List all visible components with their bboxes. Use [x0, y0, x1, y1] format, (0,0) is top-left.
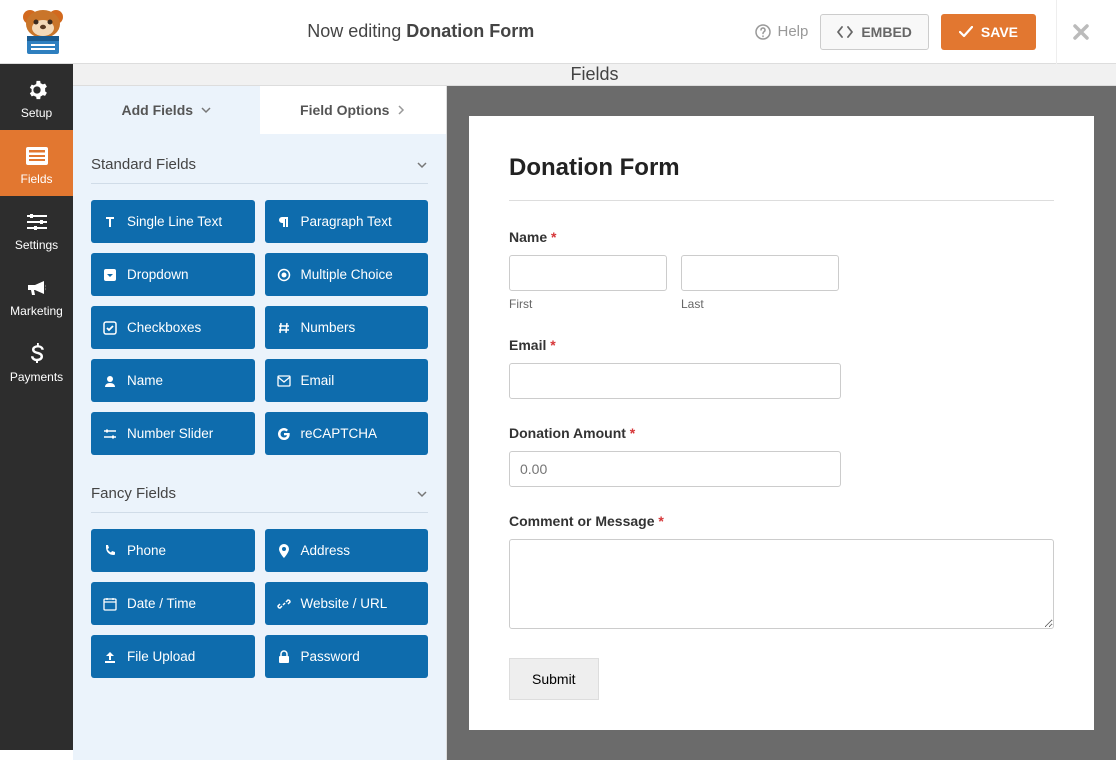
check-icon — [959, 26, 973, 38]
label-comment: Comment or Message * — [509, 513, 1054, 529]
primary-nav: Setup Fields Settings Marketing Payments — [0, 64, 73, 750]
google-icon — [277, 427, 291, 441]
field-single-line-text[interactable]: Single Line Text — [91, 200, 255, 243]
form-field-email[interactable]: Email * — [509, 337, 1054, 399]
paragraph-icon — [277, 215, 291, 229]
field-name[interactable]: Name — [91, 359, 255, 402]
field-checkboxes[interactable]: Checkboxes — [91, 306, 255, 349]
field-password[interactable]: Password — [265, 635, 429, 678]
section-fancy-fields[interactable]: Fancy Fields — [91, 481, 428, 513]
field-phone[interactable]: Phone — [91, 529, 255, 572]
app-logo — [0, 8, 86, 56]
code-icon — [837, 26, 853, 38]
form-name: Donation Form — [406, 21, 534, 41]
sidebar-item-settings[interactable]: Settings — [0, 196, 73, 262]
sidebar-label: Payments — [10, 370, 63, 384]
lock-icon — [277, 650, 291, 664]
help-icon — [755, 24, 771, 40]
tab-field-options[interactable]: Field Options — [260, 86, 447, 134]
field-multiple-choice[interactable]: Multiple Choice — [265, 253, 429, 296]
input-first-name[interactable] — [509, 255, 667, 291]
close-button[interactable] — [1056, 0, 1104, 64]
header-title: Now editing Donation Form — [86, 21, 755, 42]
sublabel-first: First — [509, 297, 667, 311]
sliders-icon — [103, 428, 117, 440]
sidebar-item-setup[interactable]: Setup — [0, 64, 73, 130]
sidebar-item-fields[interactable]: Fields — [0, 130, 73, 196]
section-title: Fancy Fields — [91, 485, 176, 502]
form-field-amount[interactable]: Donation Amount * — [509, 425, 1054, 487]
sidebar-item-marketing[interactable]: Marketing — [0, 262, 73, 328]
radio-icon — [277, 268, 291, 282]
embed-button[interactable]: EMBED — [820, 14, 929, 50]
section-heading: Fields — [73, 64, 1116, 86]
save-button[interactable]: SAVE — [941, 14, 1036, 50]
sidebar-label: Marketing — [10, 304, 63, 318]
chevron-down-icon — [201, 105, 211, 115]
sliders-icon — [4, 210, 69, 234]
save-label: SAVE — [981, 24, 1018, 40]
editing-prefix: Now editing — [307, 21, 406, 41]
help-link[interactable]: Help — [755, 23, 808, 40]
sublabel-last: Last — [681, 297, 839, 311]
dollar-icon — [4, 342, 69, 366]
envelope-icon — [277, 375, 291, 387]
sidebar-label: Setup — [21, 106, 52, 120]
caret-square-icon — [103, 268, 117, 282]
field-address[interactable]: Address — [265, 529, 429, 572]
input-comment[interactable] — [509, 539, 1054, 629]
field-number-slider[interactable]: Number Slider — [91, 412, 255, 455]
chevron-down-icon — [416, 160, 428, 170]
calendar-icon — [103, 597, 117, 611]
field-recaptcha[interactable]: reCAPTCHA — [265, 412, 429, 455]
form-field-name[interactable]: Name * First Last — [509, 229, 1054, 311]
phone-icon — [103, 544, 117, 558]
chevron-down-icon — [416, 489, 428, 499]
tab-label: Add Fields — [121, 102, 193, 118]
label-name: Name * — [509, 229, 1054, 245]
submit-button[interactable]: Submit — [509, 658, 599, 700]
section-title: Standard Fields — [91, 156, 196, 173]
check-square-icon — [103, 321, 117, 335]
user-icon — [103, 374, 117, 388]
form-icon — [4, 144, 69, 168]
field-website-url[interactable]: Website / URL — [265, 582, 429, 625]
bullhorn-icon — [4, 276, 69, 300]
field-numbers[interactable]: Numbers — [265, 306, 429, 349]
label-email: Email * — [509, 337, 1054, 353]
input-email[interactable] — [509, 363, 841, 399]
field-email[interactable]: Email — [265, 359, 429, 402]
link-icon — [277, 597, 291, 611]
sidebar-label: Fields — [20, 172, 52, 186]
marker-icon — [277, 544, 291, 558]
sidebar-label: Settings — [15, 238, 58, 252]
upload-icon — [103, 650, 117, 664]
field-paragraph-text[interactable]: Paragraph Text — [265, 200, 429, 243]
chevron-right-icon — [397, 104, 405, 116]
preview-title: Donation Form — [509, 154, 1054, 182]
input-last-name[interactable] — [681, 255, 839, 291]
preview-area: Donation Form Name * First Last — [447, 86, 1116, 760]
field-dropdown[interactable]: Dropdown — [91, 253, 255, 296]
text-icon — [103, 215, 117, 229]
label-amount: Donation Amount * — [509, 425, 1054, 441]
gear-icon — [4, 78, 69, 102]
hash-icon — [277, 321, 291, 335]
form-field-comment[interactable]: Comment or Message * — [509, 513, 1054, 632]
help-label: Help — [777, 23, 808, 40]
embed-label: EMBED — [861, 24, 912, 40]
tab-label: Field Options — [300, 102, 389, 118]
section-standard-fields[interactable]: Standard Fields — [91, 152, 428, 184]
close-icon — [1072, 23, 1090, 41]
field-file-upload[interactable]: File Upload — [91, 635, 255, 678]
tab-add-fields[interactable]: Add Fields — [73, 86, 260, 134]
field-date-time[interactable]: Date / Time — [91, 582, 255, 625]
sidebar-item-payments[interactable]: Payments — [0, 328, 73, 394]
input-amount[interactable] — [509, 451, 841, 487]
fields-panel: Add Fields Field Options Standard Fields — [73, 86, 447, 760]
